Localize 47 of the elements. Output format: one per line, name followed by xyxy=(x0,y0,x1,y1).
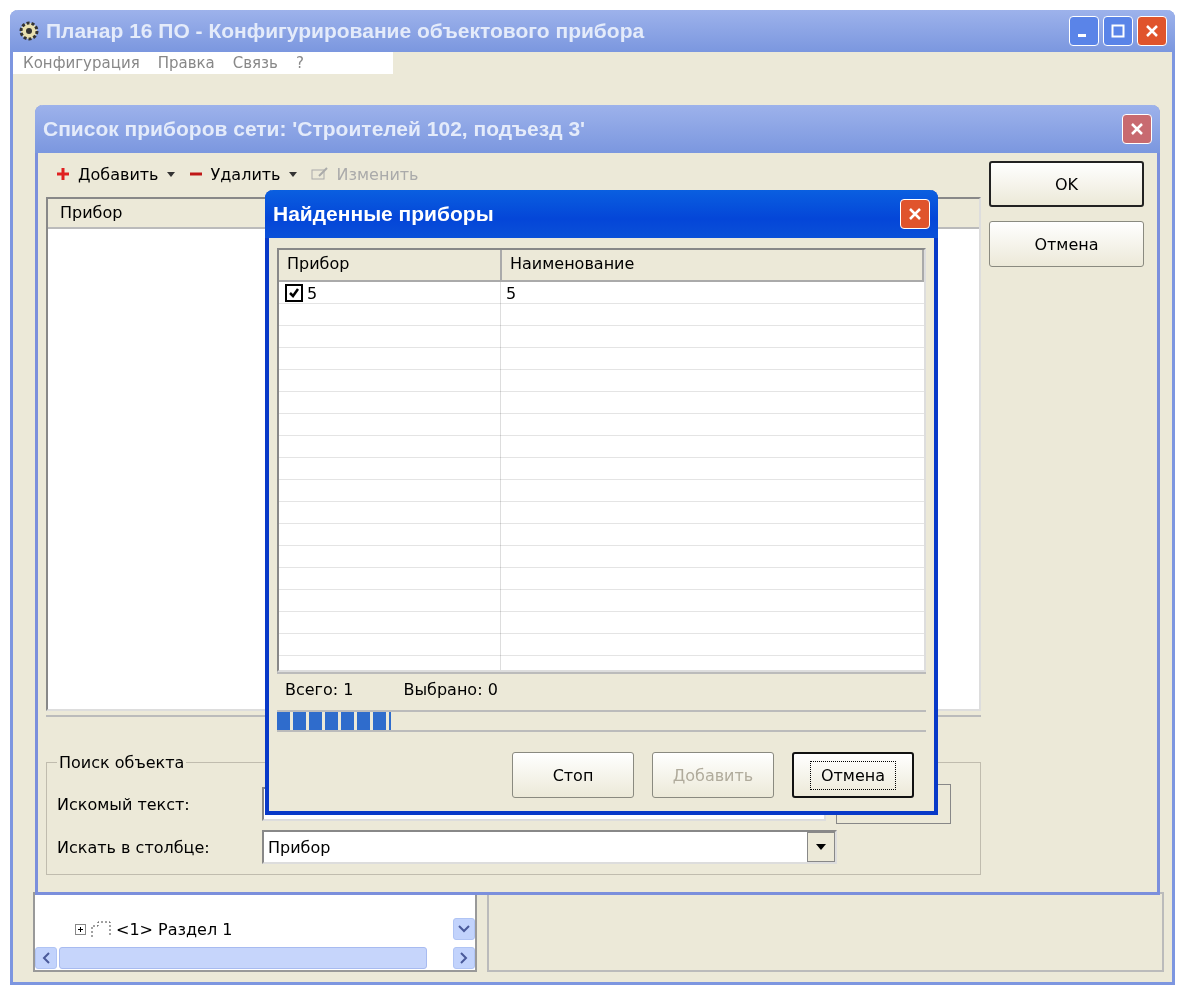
menu-item[interactable]: ? xyxy=(295,54,304,72)
column-dropdown[interactable]: Прибор xyxy=(262,830,837,864)
scroll-thumb[interactable] xyxy=(59,947,427,969)
expand-icon[interactable] xyxy=(75,923,86,935)
gear-icon xyxy=(18,20,40,42)
maximize-icon xyxy=(1111,24,1125,38)
close-icon xyxy=(1145,24,1159,38)
edit-icon xyxy=(310,167,329,181)
table-cell-text: 5 xyxy=(505,283,517,303)
menu-item[interactable]: Связь xyxy=(232,54,278,72)
dialog-button[interactable]: OK xyxy=(989,161,1144,207)
close-icon xyxy=(1130,122,1144,136)
dialog-button[interactable]: Стоп xyxy=(512,752,634,798)
window-title: Найденные приборы xyxy=(273,202,495,226)
field-label: Искать в столбце: xyxy=(57,837,211,857)
plus-icon xyxy=(56,167,70,181)
check-icon xyxy=(288,287,300,299)
window-title: Планар 16 ПО - Конфигурирование объектового прибора xyxy=(46,19,646,43)
caret-icon xyxy=(816,844,826,850)
dialog-button[interactable]: Отмена xyxy=(989,221,1144,267)
caret-icon xyxy=(288,171,297,177)
status-text: Всего: 1 xyxy=(285,680,354,701)
scroll-left-button[interactable] xyxy=(35,947,57,969)
table-cell: 5 xyxy=(307,283,318,303)
section-icon xyxy=(90,920,112,938)
caret-icon xyxy=(166,171,175,177)
dialog-button[interactable]: Отмена xyxy=(792,752,914,798)
tree-item[interactable]: <1> Раздел 1 xyxy=(116,919,233,939)
chevron-down-icon xyxy=(458,925,470,933)
window-title: Список приборов сети: 'Строителей 102, подъезд 3' xyxy=(43,117,587,141)
chevron-left-icon xyxy=(42,952,50,964)
scroll-right-button[interactable] xyxy=(453,947,475,969)
menu-item[interactable]: Конфигурация xyxy=(23,54,140,72)
status-text: Выбрано: 0 xyxy=(403,680,498,701)
close-icon xyxy=(908,207,922,221)
toolbar-button[interactable]: Удалить xyxy=(188,164,297,184)
close-button[interactable] xyxy=(900,199,930,229)
chevron-right-icon xyxy=(460,952,468,964)
menu-item[interactable]: Правка xyxy=(157,54,215,72)
checkbox[interactable] xyxy=(285,284,303,302)
column-header[interactable]: Прибор xyxy=(279,250,502,280)
scroll-down-button[interactable] xyxy=(453,918,475,940)
column-header[interactable]: Наименование xyxy=(502,250,924,280)
group-title: Поиск объекта xyxy=(58,753,186,772)
minimize-icon xyxy=(1078,34,1086,37)
toolbar-button[interactable]: Добавить xyxy=(56,164,175,184)
field-label: Искомый текст: xyxy=(57,794,191,814)
